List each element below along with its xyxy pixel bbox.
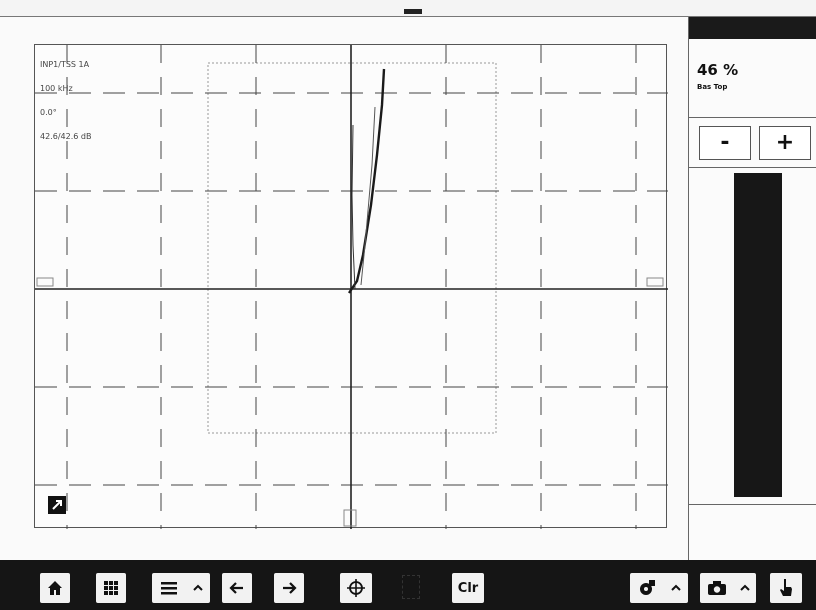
scope-grid xyxy=(35,45,668,529)
camera-icon xyxy=(707,581,726,595)
chevron-up-icon xyxy=(739,584,750,591)
decrease-button[interactable]: - xyxy=(699,126,751,160)
clear-button[interactable]: Clr xyxy=(452,573,484,603)
back-button[interactable] xyxy=(222,573,252,603)
increase-button[interactable]: + xyxy=(759,126,811,160)
panel-divider-top xyxy=(689,117,816,118)
grid-button[interactable] xyxy=(96,573,126,603)
info-gain: 42.6/42.6 dB xyxy=(40,132,92,141)
inactive-slot xyxy=(402,575,420,599)
right-marker xyxy=(646,277,664,287)
info-phase: 0.0° xyxy=(40,108,57,117)
bottom-marker xyxy=(343,509,357,527)
scope-info: INP1/TSS 1A 100 kHz 0.0° 42.6/42.6 dB xyxy=(40,53,91,149)
expand-icon[interactable] xyxy=(48,495,131,515)
menu-button[interactable] xyxy=(152,573,210,603)
monitor-icon[interactable] xyxy=(48,495,99,515)
clear-button-label: Clr xyxy=(457,580,479,596)
level-label: Bas Top xyxy=(697,83,728,91)
camera-button[interactable] xyxy=(700,573,756,603)
crosshair-button[interactable] xyxy=(340,573,372,603)
touch-button[interactable] xyxy=(770,573,802,603)
header-indicator xyxy=(404,9,422,14)
forward-button[interactable] xyxy=(274,573,304,603)
signal-trace xyxy=(348,68,386,294)
home-icon xyxy=(48,581,62,595)
chevron-up-icon xyxy=(670,584,681,591)
reference-box xyxy=(207,62,497,434)
gear-icon xyxy=(639,580,655,595)
level-value: 46 % xyxy=(697,61,739,79)
info-frequency: 100 kHz xyxy=(40,84,73,93)
menu-icon xyxy=(160,582,177,595)
crosshair-icon xyxy=(347,579,365,597)
arrow-left-icon xyxy=(229,582,243,594)
signal-trace-secondary xyxy=(351,124,356,290)
panel-divider-mid xyxy=(689,167,816,168)
level-panel: 46 % Bas Top - + xyxy=(689,17,816,560)
left-marker xyxy=(36,277,54,287)
home-button[interactable] xyxy=(40,573,70,603)
hand-pointer-icon xyxy=(780,579,792,596)
scope-display[interactable]: INP1/TSS 1A 100 kHz 0.0° 42.6/42.6 dB xyxy=(34,44,668,529)
scope-tools xyxy=(47,495,131,515)
settings-button[interactable] xyxy=(630,573,688,603)
level-bar-fill xyxy=(734,173,782,497)
arrow-right-icon xyxy=(283,582,297,594)
panel-divider-bottom xyxy=(689,504,816,505)
info-input: INP1/TSS 1A xyxy=(40,60,90,69)
grid-icon xyxy=(104,581,118,595)
chevron-up-icon xyxy=(192,584,203,591)
panel-header xyxy=(689,17,816,39)
